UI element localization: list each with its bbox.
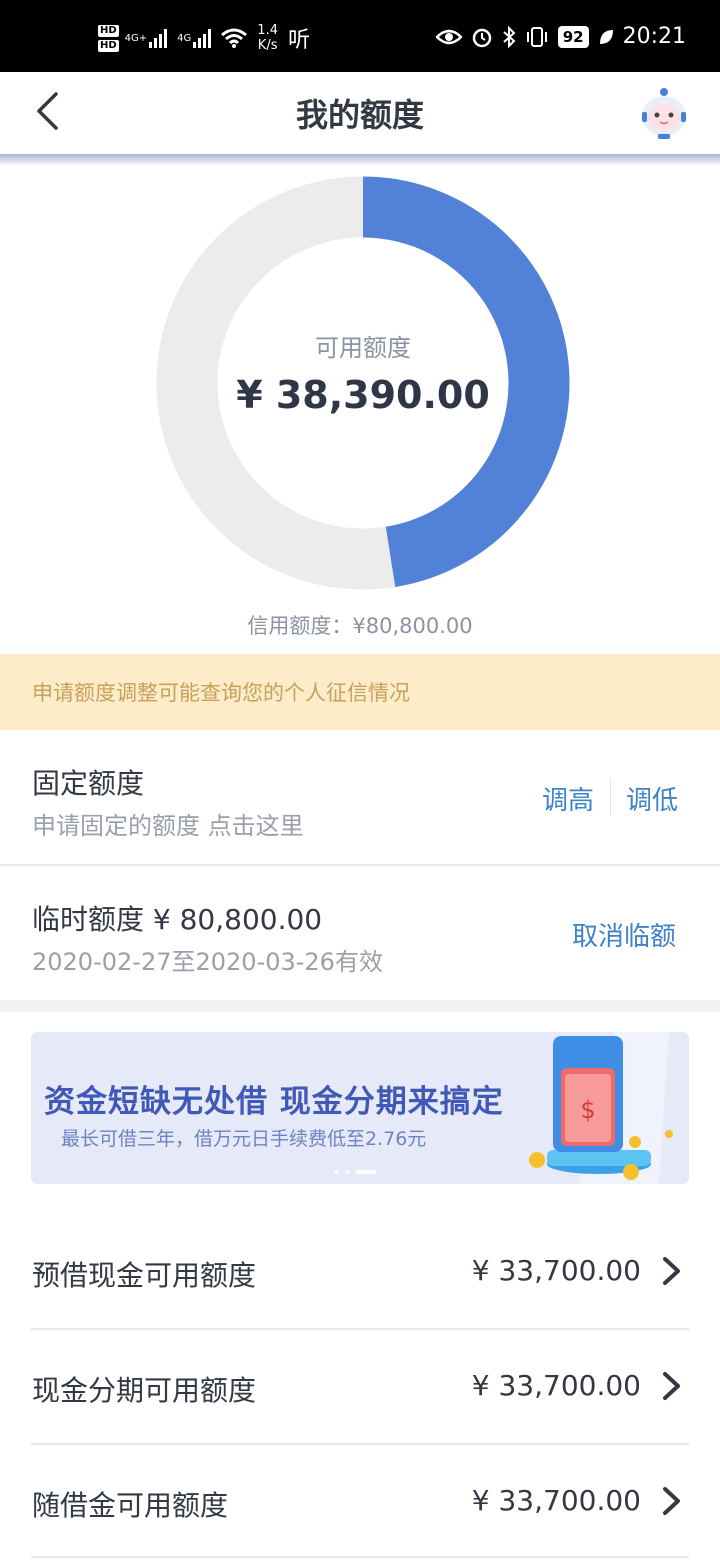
status-bar: HD HD 4G+ 4G 1.4 K/s 听 92 20:21 — [0, 0, 720, 72]
banner-dot[interactable] — [345, 1170, 350, 1174]
quota-value: ¥ 33,700.00 — [471, 1254, 641, 1287]
speed-unit: K/s — [257, 38, 278, 53]
temp-limit-validity: 2020-02-27至2020-03-26有效 — [32, 948, 383, 976]
chevron-right-icon — [663, 1487, 680, 1515]
signal-icon-2 — [193, 29, 212, 48]
quota-value: ¥ 33,700.00 — [471, 1484, 641, 1517]
fixed-limit-row[interactable]: 固定额度 申请固定的额度 点击这里 — [0, 730, 720, 864]
fixed-limit-subtitle[interactable]: 申请固定的额度 点击这里 — [32, 806, 304, 841]
chevron-right-icon — [663, 1257, 680, 1285]
status-right: 92 20:21 — [435, 24, 686, 49]
credit-check-notice: 申请额度调整可能查询您的个人征信情况 — [0, 654, 720, 730]
leaf-icon — [599, 29, 613, 44]
quota-value: ¥ 33,700.00 — [471, 1369, 641, 1402]
list-divider — [31, 1556, 689, 1558]
temp-limit-title: 临时额度 ¥ 80,800.00 — [32, 903, 323, 936]
alarm-icon — [472, 28, 491, 47]
header-shadow — [0, 154, 720, 166]
lower-limit-button[interactable]: 调低 — [626, 780, 678, 817]
hd2-badge: HD — [98, 39, 119, 52]
battery-level: 92 — [557, 25, 589, 48]
app-header: 我的额度 — [0, 72, 720, 154]
quota-label: 预借现金可用额度 — [32, 1259, 257, 1292]
available-credit-chart: 可用额度 ¥ 38,390.00 — [156, 176, 570, 590]
credit-limit-text: 信用额度：¥80,800.00 — [247, 614, 473, 638]
quota-list-item[interactable]: 随借金可用额度 ¥ 33,700.00 — [0, 1444, 720, 1558]
banner-dot-active[interactable] — [356, 1170, 376, 1174]
banner-dot[interactable] — [334, 1170, 339, 1174]
wifi-icon — [221, 28, 248, 48]
section-gap — [0, 1000, 720, 1012]
svg-text:$: $ — [580, 1096, 595, 1124]
promo-banner[interactable]: 资金短缺无处借 现金分期来搞定 最长可借三年，借万元日手续费低至2.76元 $ — [31, 1032, 689, 1184]
banner-pagination — [334, 1170, 376, 1174]
network-speed: 1.4 K/s — [257, 23, 278, 53]
credit-card-illustration: $ — [529, 1032, 673, 1184]
link-divider — [610, 778, 611, 816]
network-type-1: 4G+ — [124, 32, 148, 44]
available-credit-label: 可用额度 — [315, 334, 411, 362]
page-title: 我的额度 — [295, 96, 424, 134]
raise-limit-button[interactable]: 调高 — [542, 780, 594, 817]
vibrate-icon — [526, 26, 547, 47]
fixed-limit-title: 固定额度 — [32, 767, 145, 800]
speed-value: 1.4 — [257, 23, 278, 38]
banner-headline: 资金短缺无处借 现金分期来搞定 — [44, 1084, 504, 1120]
banner-subtitle: 最长可借三年，借万元日手续费低至2.76元 — [61, 1128, 427, 1150]
chevron-right-icon — [663, 1372, 680, 1400]
hd-indicator: HD HD — [98, 24, 119, 52]
assistant-robot-icon[interactable] — [638, 86, 690, 140]
network-type-2: 4G — [177, 32, 192, 44]
quota-label: 现金分期可用额度 — [32, 1374, 257, 1407]
quota-list-item[interactable]: 现金分期可用额度 ¥ 33,700.00 — [0, 1329, 720, 1443]
ting-indicator: 听 — [287, 28, 310, 53]
cancel-temp-limit-button[interactable]: 取消临额 — [572, 916, 676, 953]
status-left: HD HD 4G+ 4G 1.4 K/s 听 — [98, 22, 310, 54]
available-credit-amount: ¥ 38,390.00 — [236, 373, 490, 417]
hd1-badge: HD — [98, 24, 119, 37]
signal-icon — [149, 29, 168, 48]
quota-label: 随借金可用额度 — [32, 1489, 229, 1522]
clock: 20:21 — [622, 24, 686, 49]
donut-center: 可用额度 ¥ 38,390.00 — [156, 328, 570, 417]
quota-list-item[interactable]: 预借现金可用额度 ¥ 33,700.00 — [0, 1214, 720, 1328]
eye-icon — [435, 29, 462, 44]
bluetooth-icon — [503, 25, 516, 48]
